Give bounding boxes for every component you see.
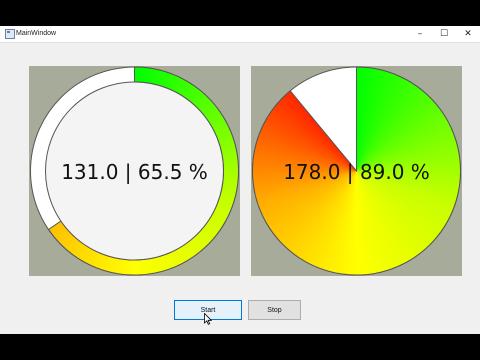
mouse-cursor-icon [204,313,212,325]
close-button[interactable]: ✕ [456,26,480,42]
main-window: MainWindow – ☐ ✕ 131.0 | 65.5 % 178.0 | … [0,26,480,334]
video-letterbox-top [0,0,480,26]
ring-gauge-panel: 131.0 | 65.5 % [29,66,240,276]
video-letterbox-bottom [0,334,480,360]
pie-gauge-readout: 178.0 | 89.0 % [283,160,430,184]
pie-gauge-panel: 178.0 | 89.0 % [251,66,462,276]
maximize-button[interactable]: ☐ [432,26,456,42]
app-icon [5,29,15,39]
ring-gauge-readout: 131.0 | 65.5 % [61,160,208,184]
window-title: MainWindow [16,30,57,37]
stop-button[interactable]: Stop [248,300,301,320]
minimize-button[interactable]: – [408,26,432,42]
title-bar: MainWindow – ☐ ✕ [0,26,480,43]
